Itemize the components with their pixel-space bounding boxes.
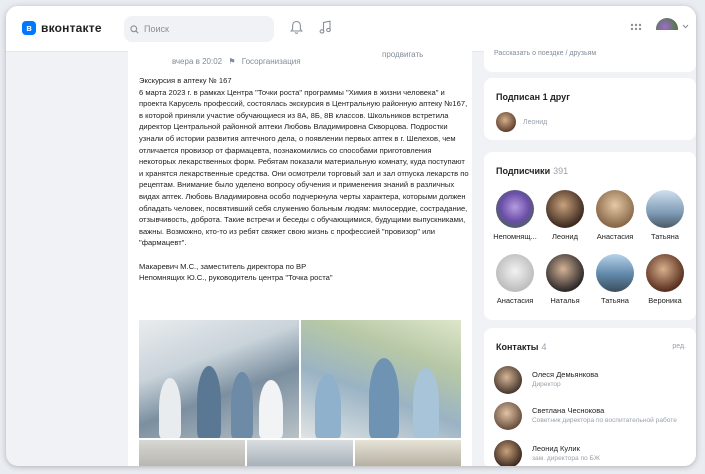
contacts-title-text: Контакты <box>496 342 539 352</box>
follower-name: Татьяна <box>651 232 679 241</box>
promote-link[interactable]: продвигать <box>382 50 423 59</box>
post-signature-1: Макаревич М.С., заместитель директора по… <box>139 261 307 271</box>
contact-avatar <box>494 402 522 430</box>
music-note-icon[interactable] <box>319 20 332 35</box>
contact-role: зам. директора по БЖ <box>532 455 600 462</box>
follower-item[interactable]: Вероника <box>640 254 690 305</box>
sidebar-top-card: Рассказать о поездке / друзьям <box>484 30 696 72</box>
post-body: 6 марта 2023 г. в рамках Центра "Точки р… <box>139 87 469 248</box>
contact-item[interactable]: Светлана Чеснокова Советник директора по… <box>494 402 682 430</box>
follower-avatar <box>546 254 584 292</box>
follower-item[interactable]: Татьяна <box>640 190 690 241</box>
follower-avatar <box>646 190 684 228</box>
follower-name: Анастасия <box>496 296 534 305</box>
subscribed-title[interactable]: Подписан 1 друг <box>496 92 570 102</box>
contacts-count: 4 <box>541 342 547 352</box>
follower-avatar <box>546 190 584 228</box>
contact-role: Директор <box>532 381 561 388</box>
followers-title-text: Подписчики <box>496 166 551 176</box>
follower-name: Наталья <box>550 296 580 305</box>
contact-avatar <box>494 440 522 466</box>
post-photo-5[interactable] <box>355 440 461 466</box>
vk-logo-icon: в <box>22 21 36 35</box>
search-input[interactable]: Поиск <box>124 16 274 42</box>
post-card: вчера в 20:02 ⚑ Госорганизация продвигат… <box>128 44 472 466</box>
contact-item[interactable]: Леонид Кулик зам. директора по БЖ <box>494 440 682 466</box>
follower-item[interactable]: Татьяна <box>590 254 640 305</box>
contacts-card: Контакты 4 ред. Олеся Демьянкова Директор… <box>484 328 696 466</box>
follower-name: Леонид <box>552 232 578 241</box>
subscribed-friend-item[interactable]: Леонид <box>496 112 547 132</box>
post-org-label: Госорганизация <box>241 57 301 66</box>
post-photo-3[interactable] <box>139 440 245 466</box>
post-photo-1[interactable] <box>139 320 299 438</box>
post-photo-2[interactable] <box>301 320 461 438</box>
followers-card: Подписчики 391 Непомнящ... Леонид Анастас… <box>484 152 696 320</box>
contact-name: Леонид Кулик <box>532 444 580 453</box>
post-title: Экскурсия в аптеку № 167 <box>139 76 232 85</box>
contact-item[interactable]: Олеся Демьянкова Директор <box>494 366 682 394</box>
follower-name: Вероника <box>648 296 682 305</box>
browser-frame: в вконтакте Поиск вчера в 20:02 ⚑ Госорг… <box>6 6 696 466</box>
follower-item[interactable]: Анастасия <box>490 254 540 305</box>
follower-item[interactable]: Анастасия <box>590 190 640 241</box>
follower-name: Татьяна <box>601 296 629 305</box>
friend-name: Леонид <box>523 118 548 126</box>
follower-name: Непомнящ... <box>493 232 537 241</box>
contact-role: Советник директора по воспитательной раб… <box>532 417 677 424</box>
follower-avatar <box>596 190 634 228</box>
vk-logo[interactable]: в вконтакте <box>22 21 102 35</box>
post-photo-4[interactable] <box>247 440 353 466</box>
search-placeholder: Поиск <box>144 24 169 34</box>
post-signature-2: Непомнящих Ю.С., руководитель центра "То… <box>139 273 333 283</box>
sidebar-top-line[interactable]: Рассказать о поездке / друзьям <box>494 50 596 57</box>
post-text: Экскурсия в аптеку № 167 6 марта 2023 г.… <box>139 75 469 284</box>
follower-item[interactable]: Наталья <box>540 254 590 305</box>
subscribed-friends-card: Подписан 1 друг Леонид <box>484 78 696 140</box>
contact-avatar <box>494 366 522 394</box>
post-photo-grid <box>139 320 461 466</box>
contact-name: Олеся Демьянкова <box>532 370 599 379</box>
followers-count: 391 <box>553 166 569 176</box>
chevron-down-icon[interactable] <box>682 24 689 29</box>
follower-item[interactable]: Непомнящ... <box>490 190 540 241</box>
follower-avatar <box>646 254 684 292</box>
follower-item[interactable]: Леонид <box>540 190 590 241</box>
search-icon <box>130 24 139 34</box>
notifications-bell-icon[interactable] <box>290 20 303 35</box>
contact-name: Светлана Чеснокова <box>532 406 605 415</box>
flag-icon: ⚑ <box>228 57 236 66</box>
follower-name: Анастасия <box>596 232 634 241</box>
post-time[interactable]: вчера в 20:02 <box>172 57 222 66</box>
post-meta: вчера в 20:02 ⚑ Госорганизация <box>172 57 301 66</box>
contacts-title[interactable]: Контакты 4 <box>496 342 546 352</box>
vk-logo-text: вконтакте <box>41 21 102 35</box>
contacts-edit-link[interactable]: ред. <box>672 343 686 350</box>
follower-avatar <box>596 254 634 292</box>
follower-avatar <box>496 254 534 292</box>
followers-title[interactable]: Подписчики 391 <box>496 166 568 176</box>
friend-avatar <box>496 112 516 132</box>
follower-avatar <box>496 190 534 228</box>
